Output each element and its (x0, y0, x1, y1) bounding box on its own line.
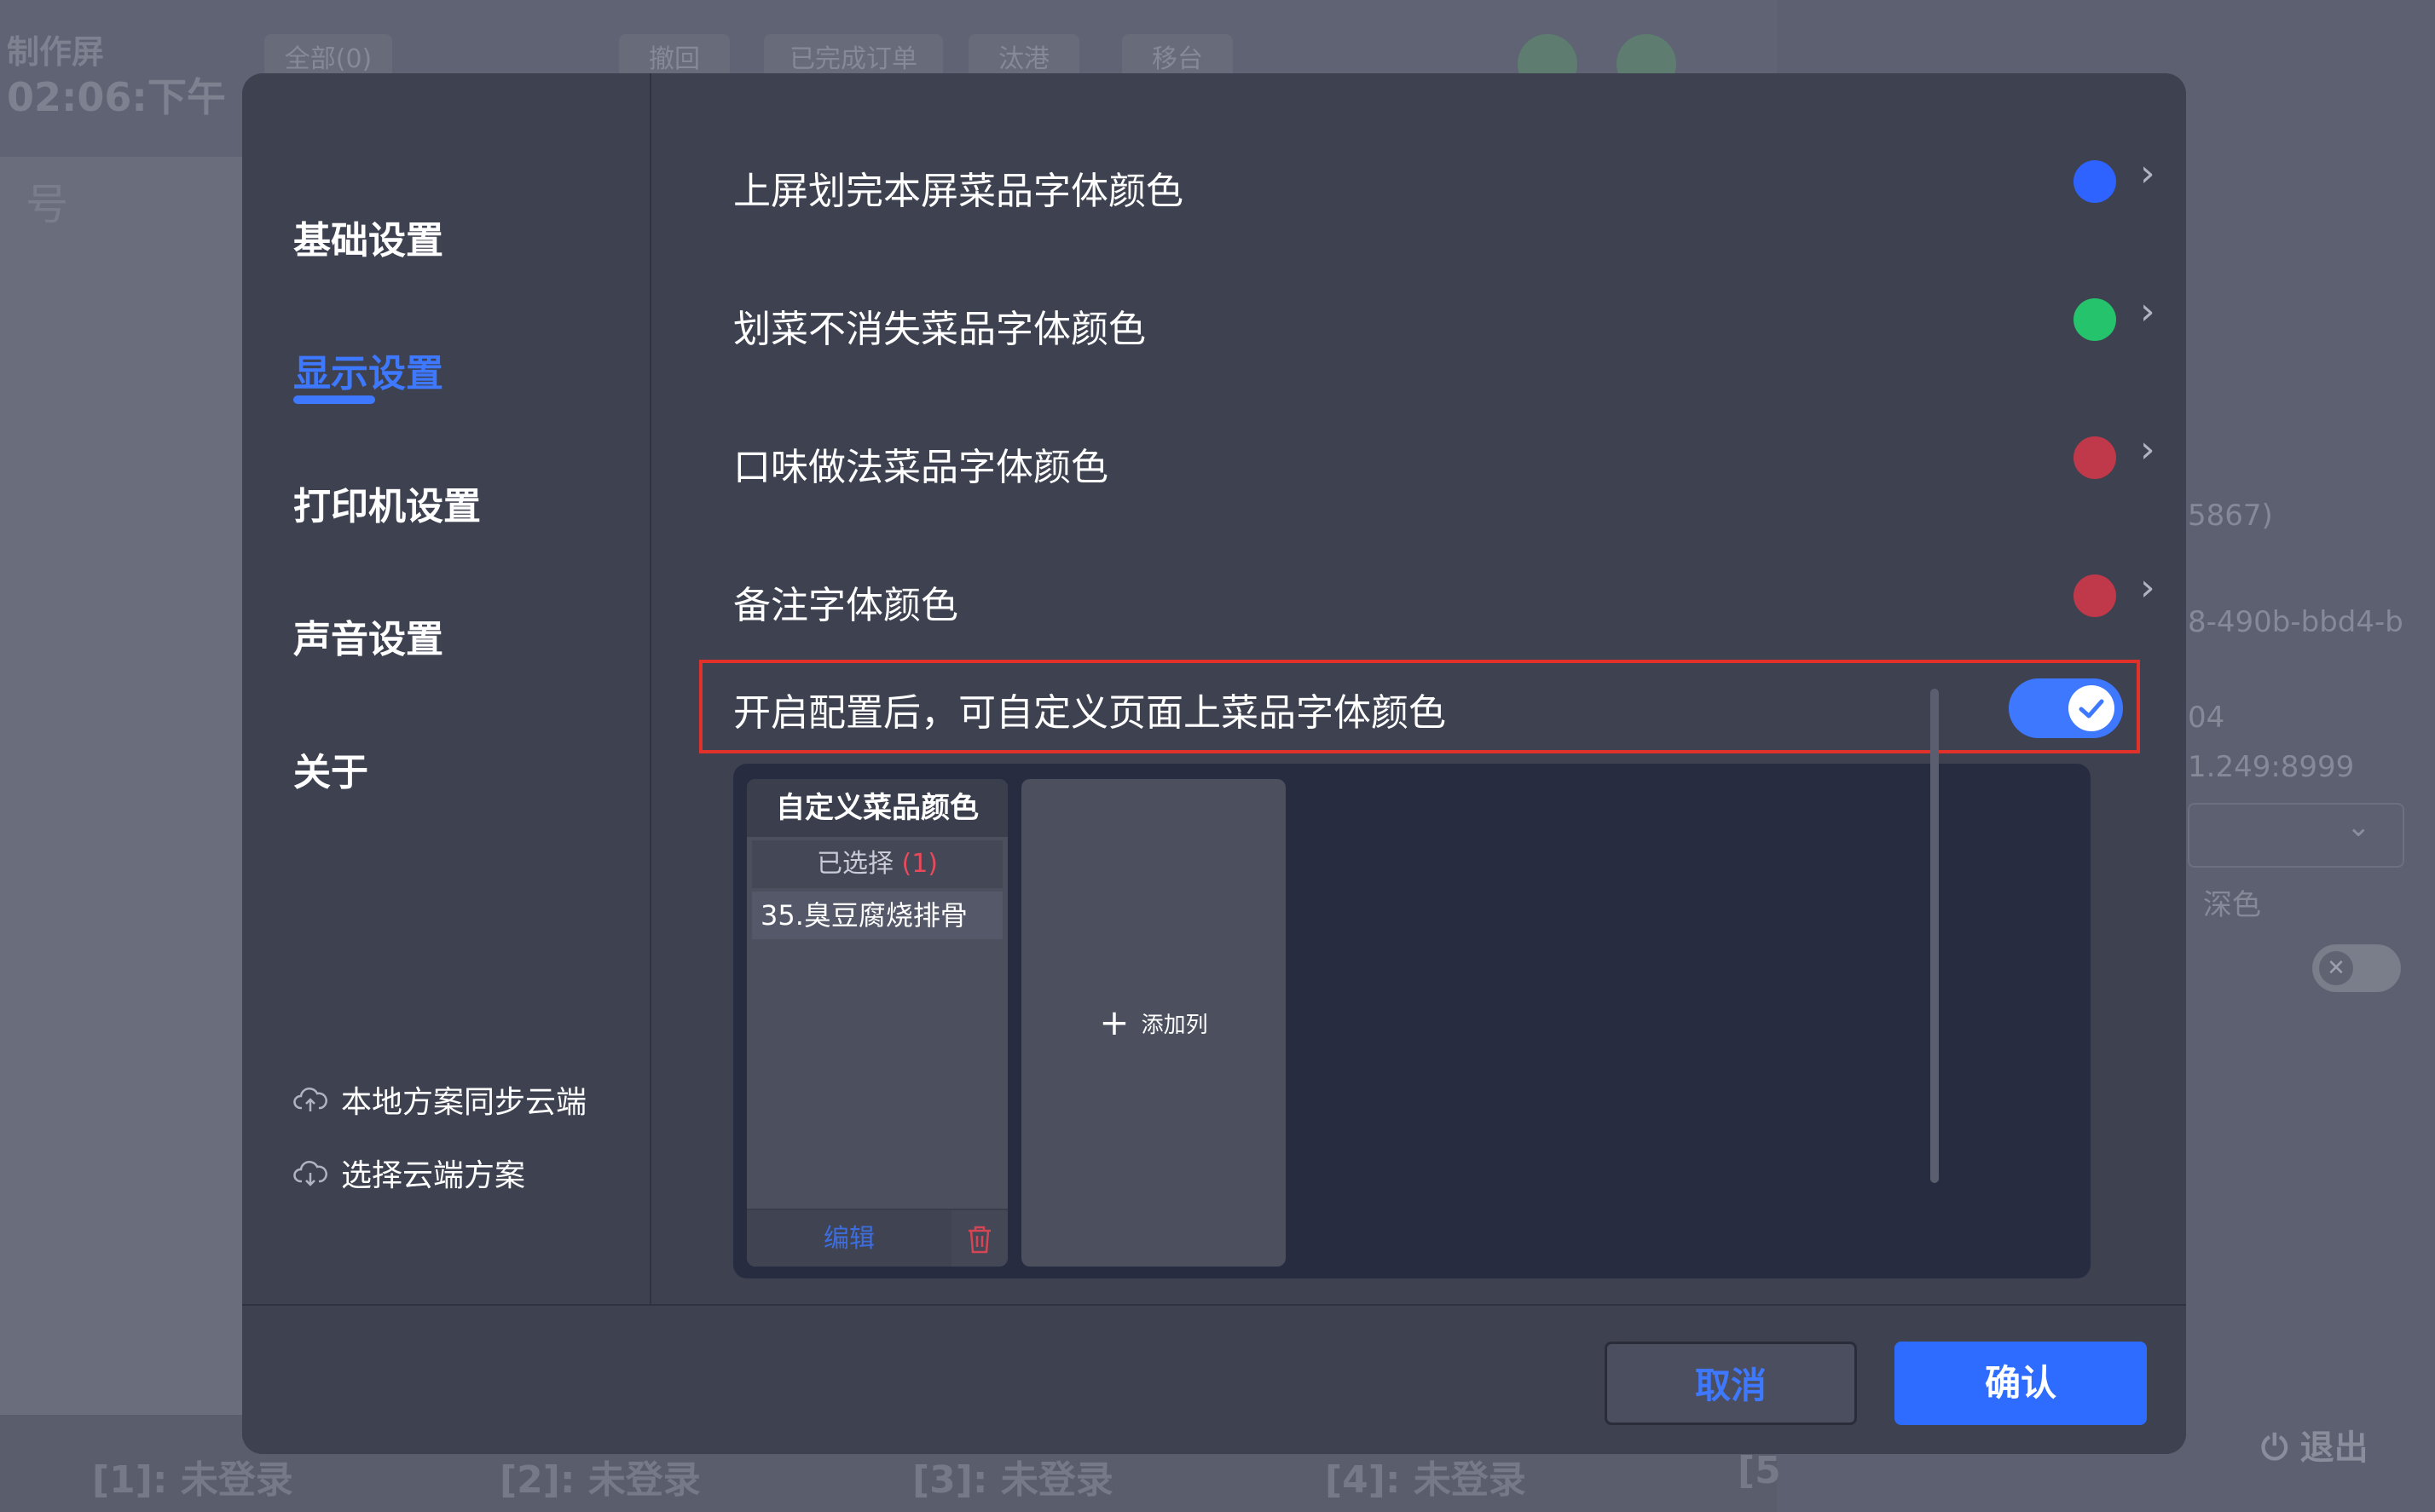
plus-icon: + (1099, 1001, 1130, 1043)
background-theme-label: 深色 (2203, 888, 2261, 922)
add-column-label: 添加列 (1141, 1012, 1208, 1038)
cloud-upload-icon (293, 1088, 327, 1111)
cloud-sync-link[interactable]: 本地方案同步云端 (293, 1077, 587, 1122)
background-info-text: 1.249:8999 (2188, 750, 2355, 784)
setting-row-persist-font-color[interactable]: 划菜不消失菜品字体颜色 › (733, 273, 2155, 366)
chevron-right-icon[interactable]: › (2140, 428, 2155, 471)
chevron-right-icon[interactable]: › (2140, 566, 2155, 609)
cloud-download-icon (293, 1161, 327, 1186)
active-tab-indicator (293, 395, 375, 404)
trash-icon (969, 1226, 991, 1254)
background-screen-title: 制作屏 (7, 33, 105, 71)
delete-column-button[interactable] (951, 1210, 1008, 1267)
modal-footer: 取消 确认 (242, 1304, 2186, 1454)
setting-row-cleared-font-color[interactable]: 上屏划完本屏菜品字体颜色 › (733, 135, 2155, 228)
display-settings-panel: 上屏划完本屏菜品字体颜色 › 划菜不消失菜品字体颜色 › 口味做法菜品字体颜色 … (651, 73, 2186, 1304)
background-login-status: [4]: 未登录 (1325, 1458, 1526, 1502)
cloud-sync-label: 本地方案同步云端 (341, 1085, 587, 1120)
chevron-right-icon[interactable]: › (2140, 152, 2155, 195)
setting-label: 上屏划完本屏菜品字体颜色 (733, 170, 1183, 213)
background-left-panel (0, 157, 242, 1415)
chevron-down-icon: ⌄ (2346, 810, 2371, 844)
setting-label: 划菜不消失菜品字体颜色 (733, 308, 1146, 351)
setting-label: 口味做法菜品字体颜色 (733, 446, 1108, 489)
background-info-text: 8-490b-bbd4-b (2188, 605, 2403, 639)
sidebar-item-printer[interactable]: 打印机设置 (293, 476, 481, 530)
setting-row-flavor-font-color[interactable]: 口味做法菜品字体颜色 › (733, 411, 2155, 505)
color-swatch[interactable] (2074, 574, 2116, 617)
color-swatch[interactable] (2074, 436, 2116, 479)
power-icon: ⏻ (2261, 1428, 2288, 1468)
column-selected-count: 已选择 (1) (752, 840, 1003, 888)
background-label: 号 (26, 180, 68, 229)
custom-color-column: 自定义菜品颜色 已选择 (1) 35.臭豆腐烧排骨 编辑 (747, 779, 1008, 1267)
custom-color-toggle-label: 开启配置后，可自定义页面上菜品字体颜色 (733, 691, 1446, 735)
custom-color-toggle-row: 开启配置后，可自定义页面上菜品字体颜色 (699, 660, 2140, 753)
sidebar-item-display[interactable]: 显示设置 (293, 343, 443, 397)
background-login-status: [1]: 未登录 (92, 1458, 293, 1502)
custom-color-toggle[interactable] (2009, 678, 2123, 738)
background-exit-label: 退出 (2299, 1428, 2368, 1468)
check-icon (2079, 699, 2104, 718)
background-scrollbar[interactable] (1930, 689, 1939, 1183)
confirm-button[interactable]: 确认 (1894, 1342, 2147, 1425)
background-exit-button: ⏻ 退出 (2261, 1420, 2368, 1469)
color-swatch[interactable] (2074, 298, 2116, 341)
custom-color-columns-area: 自定义菜品颜色 已选择 (1) 35.臭豆腐烧排骨 编辑 + 添加列 (733, 764, 2091, 1278)
background-login-status: [3]: 未登录 (912, 1458, 1113, 1502)
close-icon: ✕ (2319, 951, 2353, 985)
background-info-text: 5867) (2188, 499, 2273, 533)
settings-modal: 基础设置 显示设置 打印机设置 声音设置 关于 本地方案同步云端 选择云端方案 … (242, 73, 2186, 1454)
cancel-button[interactable]: 取消 (1605, 1342, 1857, 1425)
background-clock: 02:06:下午 (7, 74, 226, 120)
toggle-knob (2068, 685, 2114, 731)
selected-label: 已选择 (816, 849, 894, 879)
setting-row-note-font-color[interactable]: 备注字体颜色 › (733, 549, 2155, 643)
edit-column-button[interactable]: 编辑 (747, 1210, 951, 1267)
sidebar-item-about[interactable]: 关于 (293, 742, 368, 796)
sidebar-item-basic[interactable]: 基础设置 (293, 210, 443, 264)
color-swatch[interactable] (2074, 160, 2116, 203)
settings-sidebar: 基础设置 显示设置 打印机设置 声音设置 关于 本地方案同步云端 选择云端方案 (242, 73, 651, 1304)
background-select (2188, 803, 2404, 868)
selected-count-badge: (1) (901, 849, 939, 879)
background-login-status: [2]: 未登录 (500, 1458, 701, 1502)
cloud-select-link[interactable]: 选择云端方案 (293, 1151, 525, 1195)
background-info-text: 04 (2188, 701, 2225, 735)
sidebar-item-sound[interactable]: 声音设置 (293, 609, 443, 663)
setting-label: 备注字体颜色 (733, 584, 958, 627)
column-footer: 编辑 (747, 1209, 1008, 1267)
add-column-button[interactable]: + 添加列 (1021, 779, 1286, 1267)
chevron-right-icon[interactable]: › (2140, 290, 2155, 333)
column-title: 自定义菜品颜色 (747, 779, 1008, 837)
list-item[interactable]: 35.臭豆腐烧排骨 (752, 892, 1003, 939)
cloud-select-label: 选择云端方案 (341, 1158, 526, 1193)
background-login-status: [5 (1738, 1449, 1781, 1492)
